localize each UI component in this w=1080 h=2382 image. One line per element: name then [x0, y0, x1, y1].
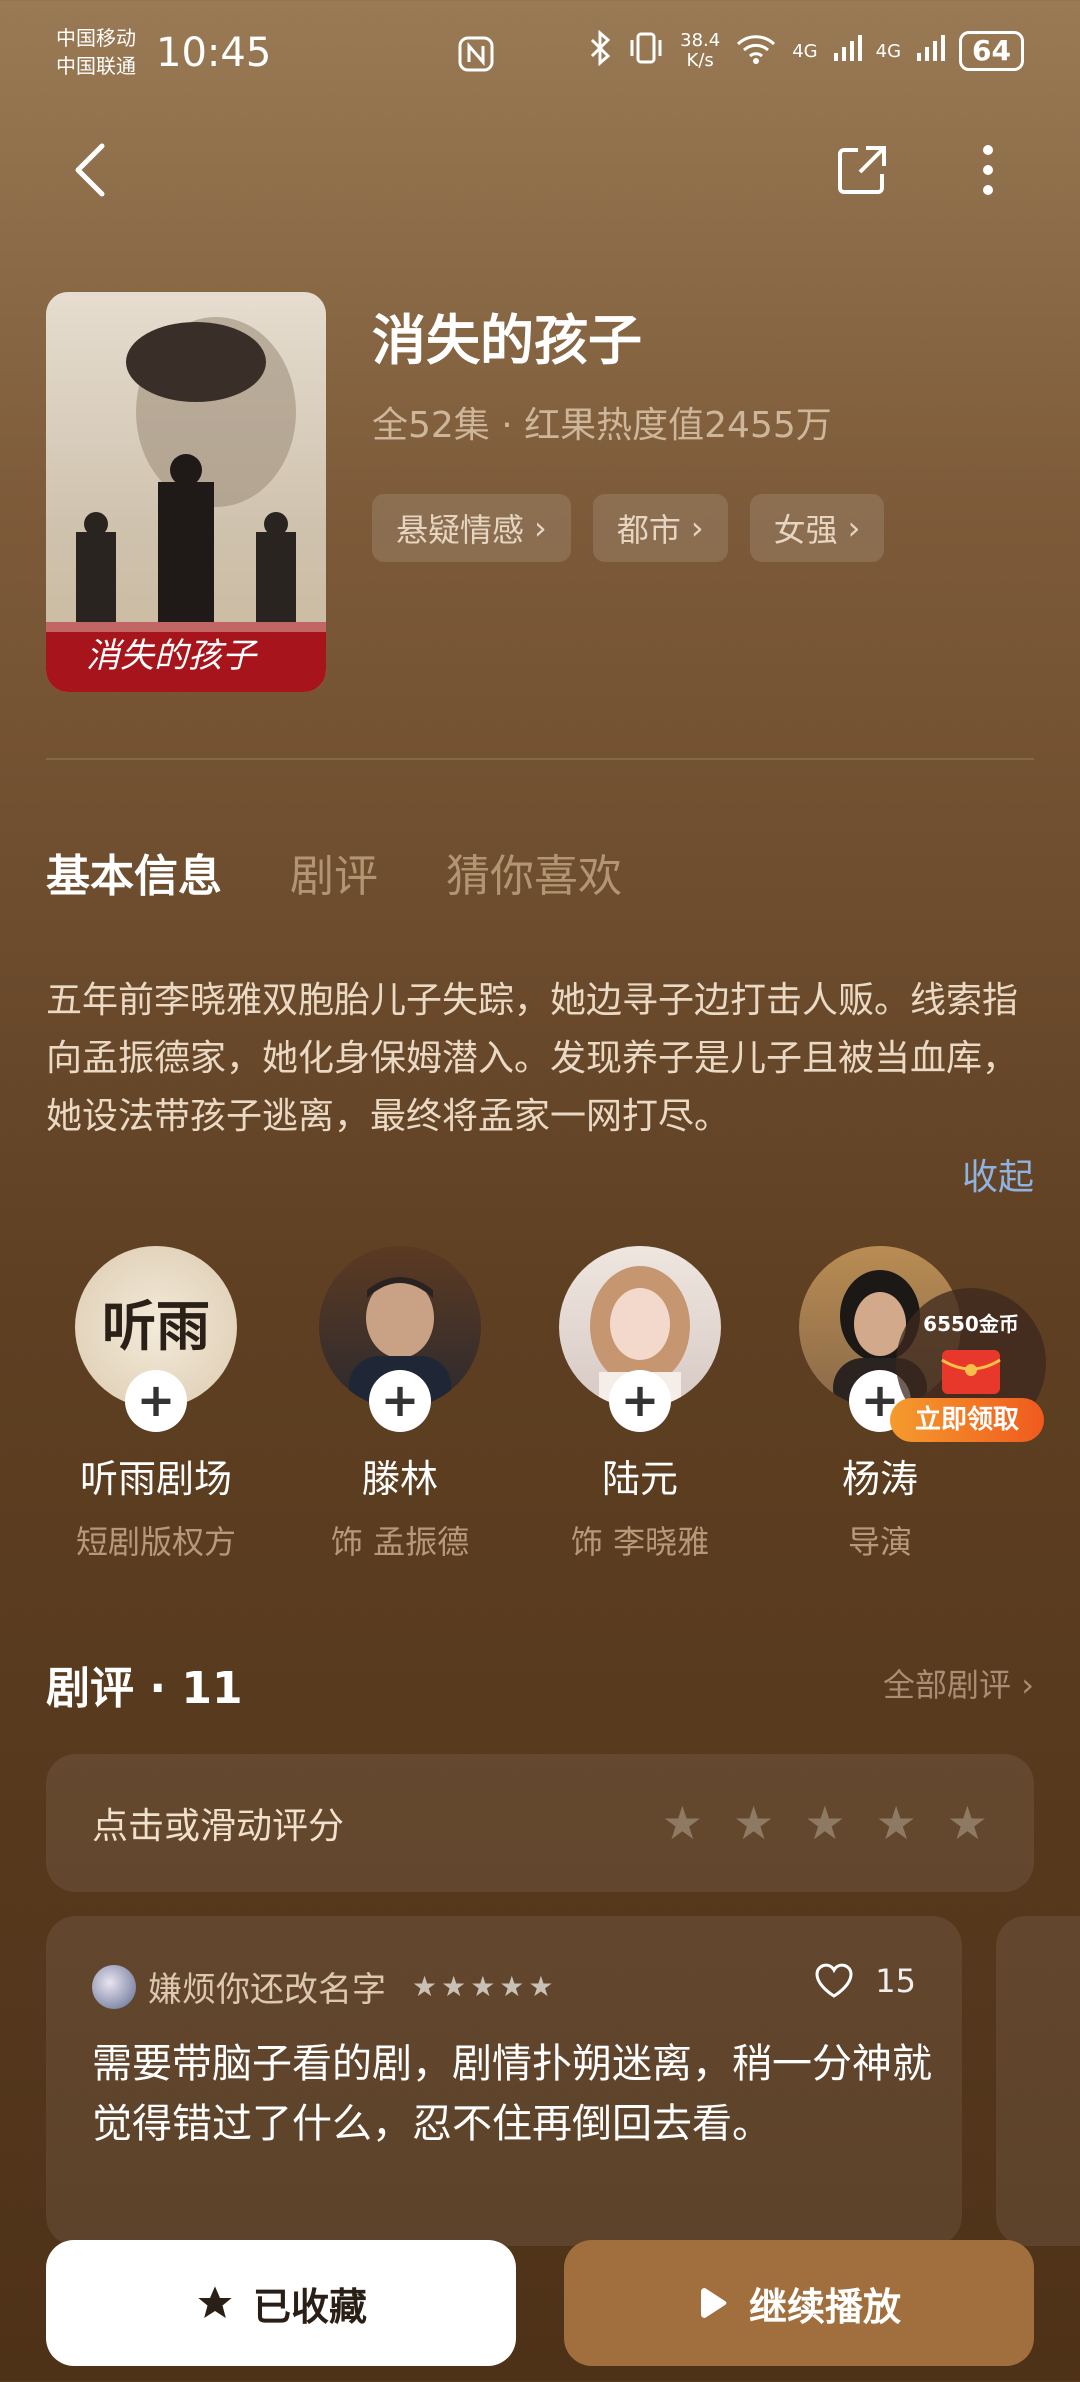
chevron-right-icon: ›	[534, 509, 547, 547]
net-speed: 38.4 K/s	[680, 31, 720, 71]
like-count: 15	[875, 1962, 916, 2000]
status-icons: 38.4 K/s 4G 4G 64	[588, 29, 1024, 72]
more-button[interactable]	[958, 140, 1018, 200]
cast-role: 饰 孟振德	[330, 1523, 470, 1561]
like-button[interactable]: 15	[813, 1962, 916, 2000]
tag-label: 都市	[616, 511, 681, 549]
star-icon[interactable]: ★	[876, 1796, 917, 1850]
cast-role: 饰 李晓雅	[570, 1523, 710, 1561]
review-star-rating: ★★★★★	[412, 1970, 558, 2003]
signal-bars-icon	[915, 33, 946, 69]
star-icon[interactable]: ★	[662, 1796, 703, 1850]
share-button[interactable]	[832, 140, 892, 200]
gift-bubble[interactable]: 6550金币 立即领取	[890, 1288, 1046, 1442]
chevron-right-icon: ›	[847, 509, 861, 547]
tab-bar: 基本信息 剧评 猜你喜欢	[46, 840, 622, 904]
play-icon	[700, 2288, 727, 2318]
review-card[interactable]: 嫌烦你还改名字 ★★★★★ 15 需要带脑子看的剧，剧情扑朔迷离，稍一分神就觉得…	[46, 1916, 962, 2246]
all-reviews-link[interactable]: 全部剧评 ›	[883, 1660, 1034, 1706]
heart-icon	[815, 1963, 853, 1998]
cast-item[interactable]: + 滕林 饰 孟振德	[300, 1246, 500, 1563]
share-icon	[838, 146, 886, 194]
tab-basic-info[interactable]: 基本信息	[46, 840, 222, 904]
rate-prompt: 点击或滑动评分	[92, 1806, 345, 1847]
cast-name: 陆元	[601, 1457, 678, 1501]
back-button[interactable]	[62, 140, 122, 200]
tag-urban[interactable]: 都市 ›	[592, 494, 728, 562]
tag-suspense[interactable]: 悬疑情感 ›	[372, 494, 571, 562]
status-time: 10:45	[156, 30, 272, 76]
cast-item[interactable]: + 陆元 饰 李晓雅	[540, 1246, 740, 1563]
favorite-button[interactable]: 已收藏	[46, 2240, 516, 2366]
tag-list: 悬疑情感 › 都市 › 女强 ›	[372, 494, 885, 562]
follow-plus-icon[interactable]: +	[609, 1370, 671, 1432]
red-envelope-icon	[940, 1348, 1002, 1400]
carrier-1: 中国移动	[56, 26, 136, 50]
tab-recommend[interactable]: 猜你喜欢	[446, 840, 622, 904]
chevron-right-icon: ›	[1011, 1666, 1034, 1704]
drama-meta: 全52集 · 红果热度值2455万	[372, 405, 832, 446]
tag-label: 悬疑情感	[396, 511, 525, 549]
follow-plus-icon[interactable]: +	[125, 1370, 187, 1432]
review-text: 需要带脑子看的剧，剧情扑朔迷离，稍一分神就觉得错过了什么，忍不住再倒回去看。	[92, 2041, 932, 2147]
carrier-2: 中国联通	[56, 54, 136, 78]
bluetooth-icon	[588, 29, 612, 72]
nfc-icon	[456, 34, 496, 74]
tag-label: 女强	[773, 511, 838, 549]
signal-1: 4G	[792, 40, 818, 62]
favorite-label: 已收藏	[252, 2284, 367, 2329]
divider	[46, 758, 1034, 760]
synopsis-text: 五年前李晓雅双胞胎儿子失踪，她边寻子边打击人贩。线索指向孟振德家，她化身保姆潜入…	[46, 980, 1019, 1137]
cast-name: 杨涛	[841, 1457, 918, 1501]
collapse-button[interactable]: 收起	[962, 1148, 1034, 1200]
review-username: 嫌烦你还改名字	[148, 1970, 386, 2010]
carrier-info: 中国移动 中国联通	[56, 24, 136, 80]
tag-strong-woman[interactable]: 女强 ›	[749, 494, 885, 562]
play-label: 继续播放	[748, 2284, 901, 2329]
rating-stars[interactable]: ★ ★ ★ ★ ★	[662, 1796, 988, 1850]
star-icon[interactable]: ★	[947, 1796, 988, 1850]
star-icon[interactable]: ★	[804, 1796, 845, 1850]
cast-name: 听雨剧场	[79, 1457, 232, 1501]
signal-bars-icon	[832, 33, 862, 69]
battery-indicator: 64	[959, 31, 1024, 71]
studio-logo-text: 听雨	[102, 1295, 210, 1358]
net-speed-unit: K/s	[686, 50, 714, 71]
user-avatar	[92, 1964, 136, 2009]
drama-poster[interactable]: 消失的孩子	[46, 292, 326, 692]
rating-box[interactable]: 点击或滑动评分 ★ ★ ★ ★ ★	[46, 1754, 1034, 1892]
star-icon[interactable]: ★	[733, 1796, 774, 1850]
review-header: 嫌烦你还改名字 ★★★★★	[92, 1962, 558, 2011]
follow-plus-icon[interactable]: +	[369, 1370, 431, 1432]
claim-button[interactable]: 立即领取	[890, 1398, 1044, 1442]
net-speed-value: 38.4	[680, 30, 721, 51]
poster-title: 消失的孩子	[86, 636, 256, 676]
wifi-icon	[734, 30, 778, 72]
review-card-next[interactable]	[996, 1916, 1080, 2246]
cast-role: 短剧版权方	[75, 1523, 236, 1561]
drama-title: 消失的孩子	[372, 309, 642, 372]
cast-item[interactable]: 听雨 + 听雨剧场 短剧版权方	[56, 1246, 256, 1563]
reviews-title: 剧评 · 11	[46, 1663, 243, 1714]
gift-coins: 6550金币	[923, 1312, 1019, 1336]
vibrate-icon	[626, 30, 666, 72]
star-filled-icon	[198, 2286, 232, 2318]
all-reviews-label: 全部剧评	[883, 1666, 1012, 1704]
continue-play-button[interactable]: 继续播放	[564, 2240, 1034, 2366]
chevron-right-icon: ›	[690, 509, 704, 547]
more-vertical-icon	[983, 145, 993, 195]
tab-reviews[interactable]: 剧评	[290, 840, 378, 904]
back-arrow-icon	[75, 143, 105, 197]
signal-2: 4G	[875, 40, 902, 62]
cast-role: 导演	[847, 1523, 912, 1561]
cast-name: 滕林	[361, 1457, 438, 1501]
